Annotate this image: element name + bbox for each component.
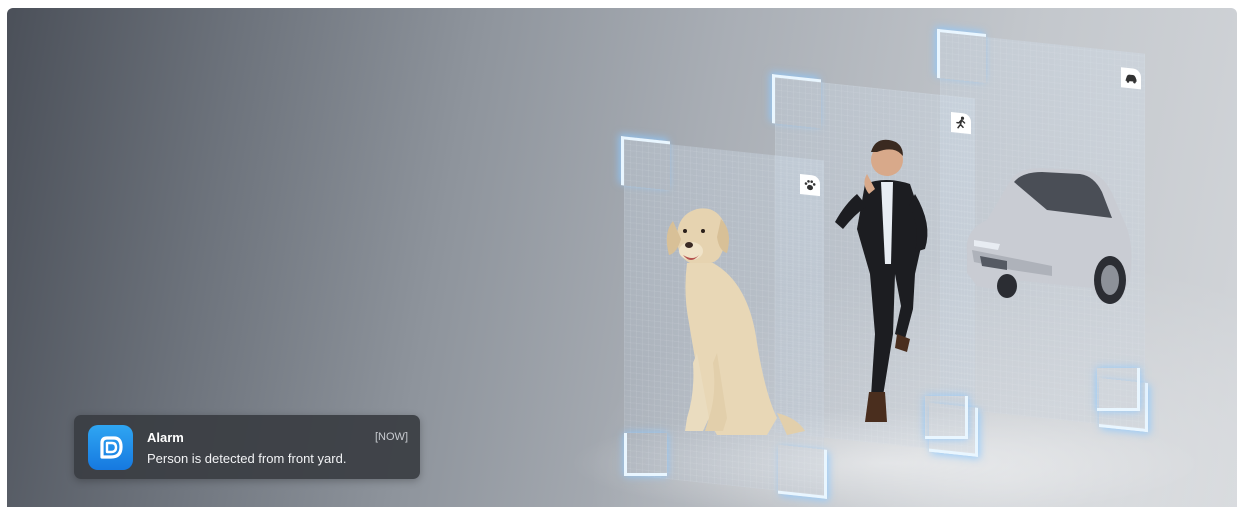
app-logo-icon [88, 425, 133, 470]
frame-corner-front-person-bottom [925, 396, 968, 439]
notification-time: [NOW] [375, 431, 408, 443]
hero-banner: Alarm [NOW] Person is detected from fron… [7, 8, 1237, 507]
car-icon [1125, 74, 1137, 84]
frame-corner-front-dog-bottom [624, 433, 667, 476]
car-tag [1121, 67, 1141, 90]
dog-illustration [666, 208, 805, 435]
frame-corner [937, 28, 986, 84]
frame-corner [772, 74, 821, 129]
running-person-icon [956, 116, 966, 129]
frame-corner [621, 136, 670, 191]
frame-corner [778, 444, 827, 499]
alarm-notification[interactable]: Alarm [NOW] Person is detected from fron… [74, 415, 420, 479]
person-tag [951, 111, 971, 135]
notification-title: Alarm [147, 430, 184, 445]
person-illustration [835, 139, 928, 422]
notification-message: Person is detected from front yard. [147, 451, 347, 466]
frame-corner-front-car-bottom [1097, 368, 1140, 411]
car-illustration [966, 168, 1132, 304]
